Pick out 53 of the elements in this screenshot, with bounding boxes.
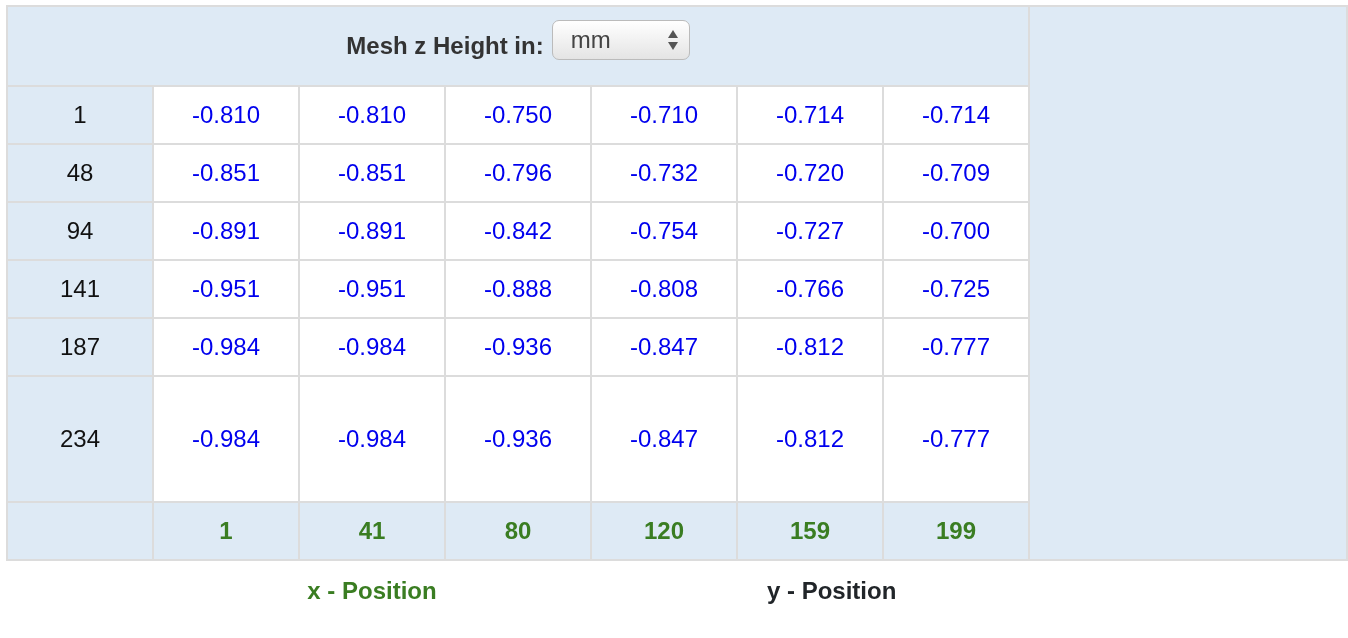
mesh-height-label: Mesh z Height in: xyxy=(346,31,544,61)
y-position-cell: 187 xyxy=(7,318,153,376)
height-value-cell: -0.984 xyxy=(153,318,299,376)
unit-select[interactable]: mm xyxy=(551,20,690,60)
height-value-cell: -0.891 xyxy=(153,202,299,260)
height-value-cell: -0.812 xyxy=(737,376,883,502)
height-value-cell: -0.936 xyxy=(445,318,591,376)
x-position-cell: 1 xyxy=(153,502,299,560)
y-position-cell: 1 xyxy=(7,86,153,144)
height-value-cell: -0.842 xyxy=(445,202,591,260)
height-value-cell: -0.984 xyxy=(299,318,445,376)
height-value-cell: -0.851 xyxy=(299,144,445,202)
x-position-cell: 120 xyxy=(591,502,737,560)
height-value-cell: -0.750 xyxy=(445,86,591,144)
height-value-cell: -0.851 xyxy=(153,144,299,202)
height-value-cell: -0.847 xyxy=(591,376,737,502)
height-value-cell: -0.951 xyxy=(153,260,299,318)
height-value-cell: -0.891 xyxy=(299,202,445,260)
height-value-cell: -0.766 xyxy=(737,260,883,318)
x-position-cell: 41 xyxy=(299,502,445,560)
y-position-cell: 94 xyxy=(7,202,153,260)
x-position-cell: 80 xyxy=(445,502,591,560)
height-value-cell: -0.700 xyxy=(883,202,1030,260)
height-value-cell: -0.888 xyxy=(445,260,591,318)
height-value-cell: -0.777 xyxy=(883,376,1030,502)
height-value-cell: -0.796 xyxy=(445,144,591,202)
y-position-cell: 141 xyxy=(7,260,153,318)
height-value-cell: -0.936 xyxy=(445,376,591,502)
y-axis-label: y - Position xyxy=(767,576,897,604)
x-position-cell: 199 xyxy=(883,502,1030,560)
height-value-cell: -0.714 xyxy=(737,86,883,144)
height-value-cell: -0.810 xyxy=(299,86,445,144)
height-value-cell: -0.984 xyxy=(153,376,299,502)
height-value-cell: -0.777 xyxy=(883,318,1030,376)
height-value-cell: -0.951 xyxy=(299,260,445,318)
height-value-cell: -0.812 xyxy=(737,318,883,376)
height-value-cell: -0.709 xyxy=(883,144,1030,202)
height-value-cell: -0.732 xyxy=(591,144,737,202)
up-down-arrows-icon xyxy=(666,29,679,51)
height-value-cell: -0.714 xyxy=(883,86,1030,144)
height-value-cell: -0.720 xyxy=(737,144,883,202)
x-position-cell: 159 xyxy=(737,502,883,560)
height-value-cell: -0.847 xyxy=(591,318,737,376)
height-value-cell: -0.984 xyxy=(299,376,445,502)
height-value-cell: -0.710 xyxy=(591,86,737,144)
x-axis-label: x - Position xyxy=(307,576,437,604)
y-position-cell: 234 xyxy=(7,376,153,502)
height-value-cell: -0.754 xyxy=(591,202,737,260)
height-value-cell: -0.727 xyxy=(737,202,883,260)
height-value-cell: -0.810 xyxy=(153,86,299,144)
y-position-cell: 48 xyxy=(7,144,153,202)
height-value-cell: -0.808 xyxy=(591,260,737,318)
height-value-cell: -0.725 xyxy=(883,260,1030,318)
